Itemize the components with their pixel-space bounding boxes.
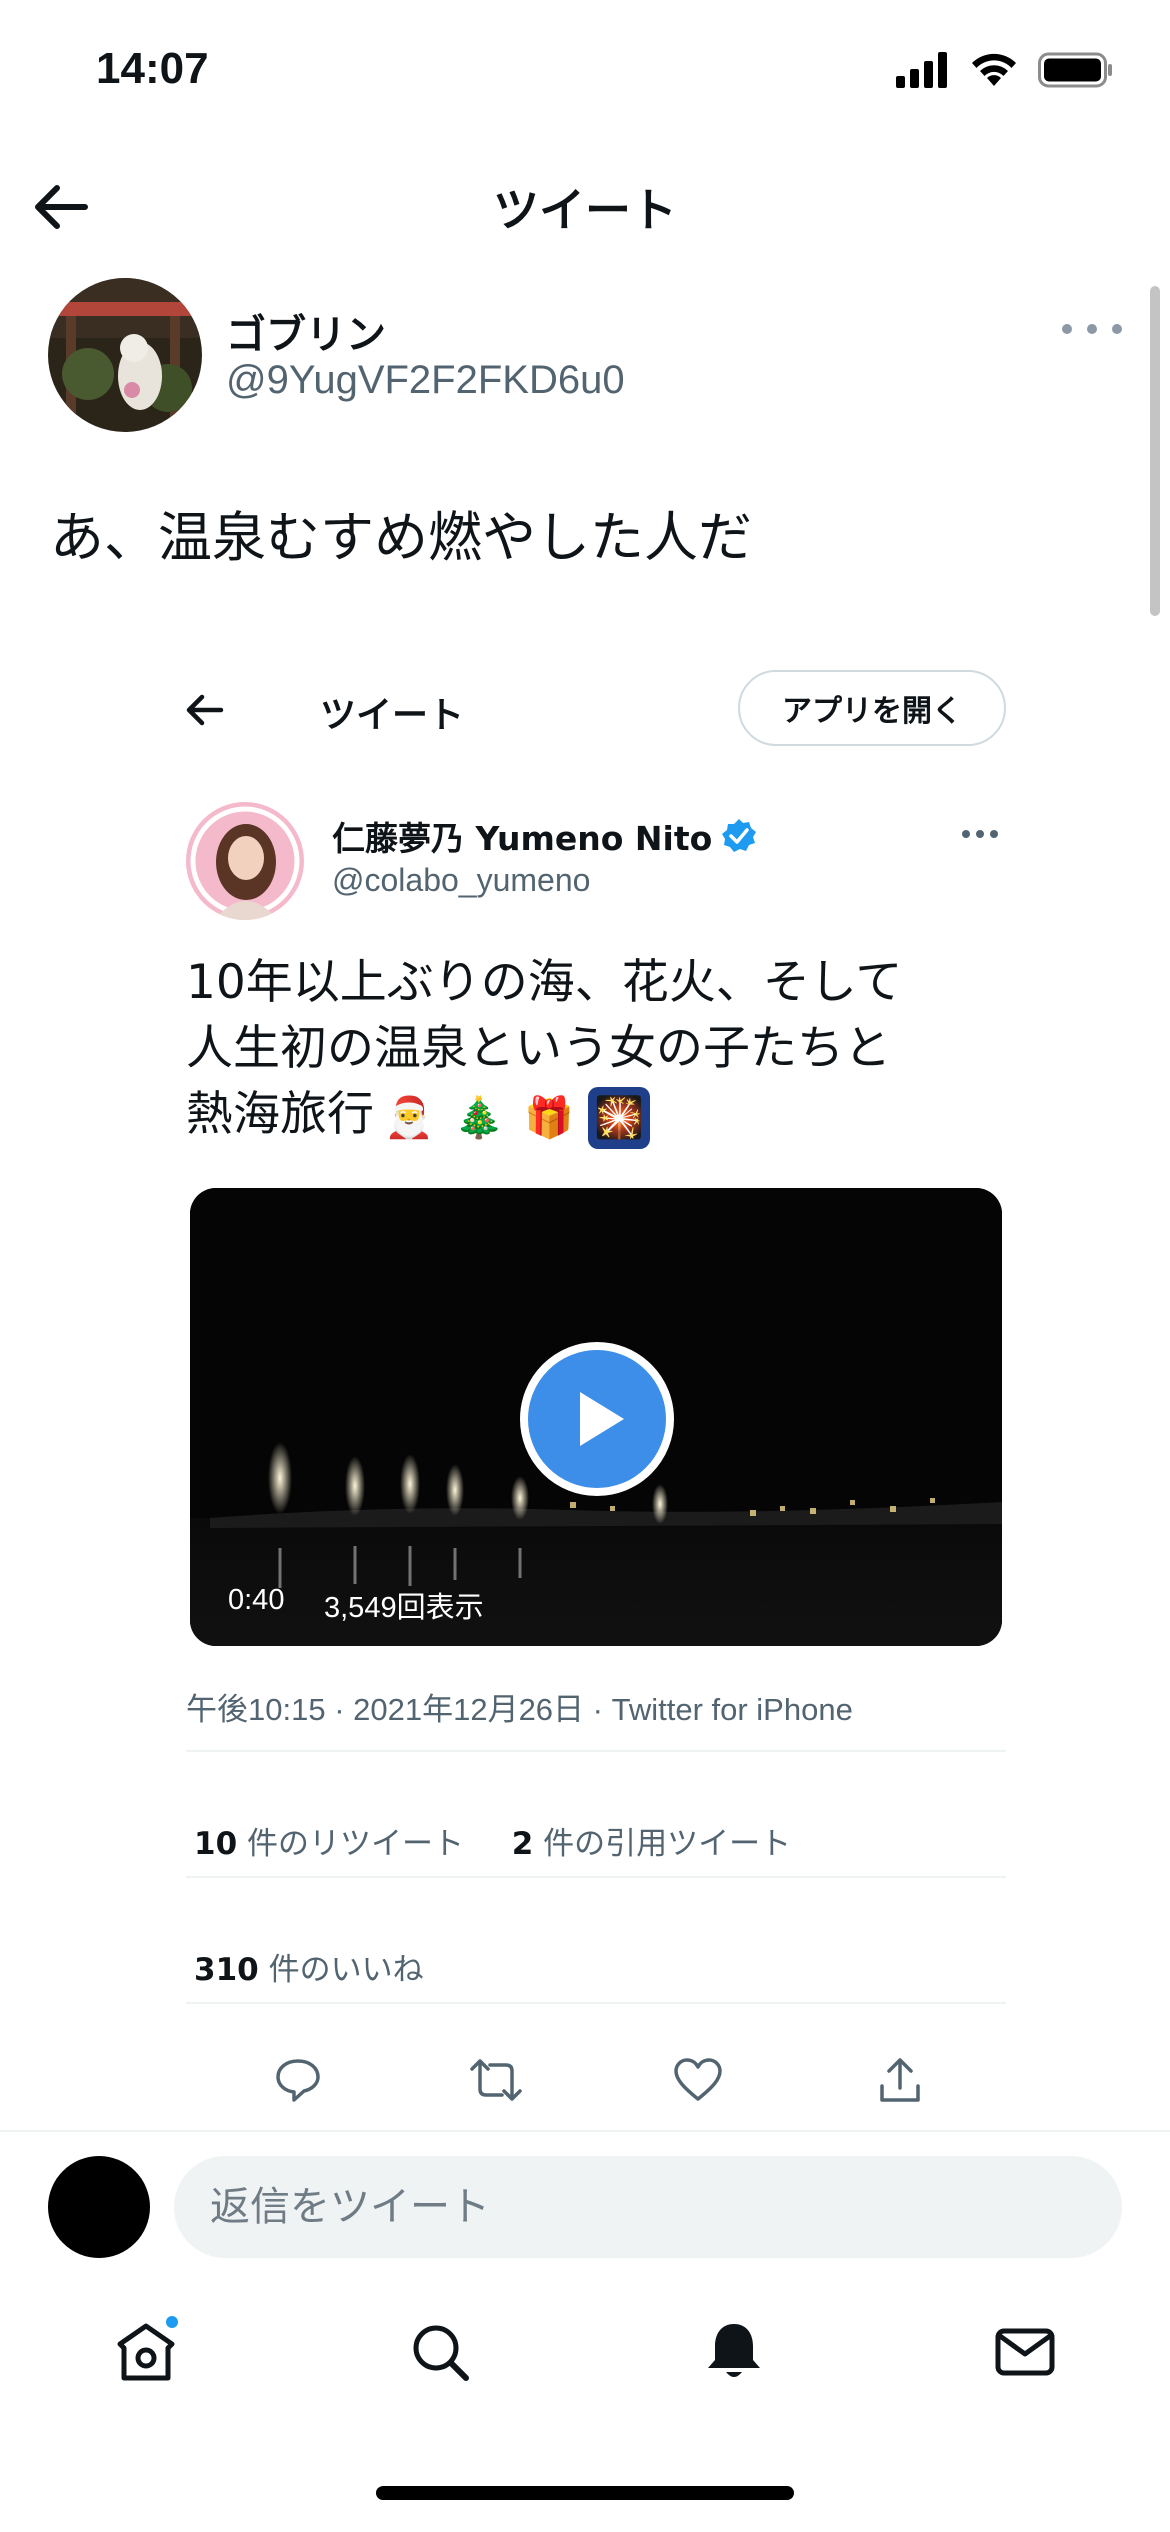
video-duration: 0:40 — [228, 1584, 285, 1616]
embedded-action-bar — [186, 2050, 1006, 2114]
reply-icon — [268, 2050, 328, 2110]
divider — [186, 1750, 1006, 1752]
tab-bar — [0, 2290, 1170, 2420]
search-icon — [413, 2325, 469, 2381]
embedded-tweet-image[interactable]: ツイート アプリを開く 仁藤夢乃 Yumeno Nito @colabo_yum… — [186, 650, 1006, 2130]
christmas-tree-emoji-icon: 🎄 — [454, 1094, 504, 1141]
retweets-count: 10 — [194, 1826, 238, 1862]
quotes-count: 2 — [511, 1826, 534, 1862]
quotes-label: 件の引用ツイート — [533, 1826, 792, 1862]
status-bar: 14:07 — [0, 0, 1170, 150]
share-icon — [870, 2050, 930, 2110]
embedded-author-name: 仁藤夢乃 Yumeno Nito — [332, 819, 713, 858]
divider — [186, 1876, 1006, 1878]
video-player: 0:40 3,549回表示 — [190, 1188, 1002, 1646]
embedded-more-icon — [962, 830, 998, 840]
author-handle[interactable]: @9YugVF2F2FKD6u0 — [226, 358, 625, 403]
bell-icon — [708, 2324, 760, 2377]
scrollbar-thumb[interactable] — [1150, 286, 1160, 616]
retweet-icon — [466, 2050, 526, 2110]
gift-emoji-icon: 🎁 — [524, 1094, 574, 1141]
author-name[interactable]: ゴブリン — [226, 302, 386, 360]
embedded-back-icon — [186, 688, 236, 732]
likes-count: 310 — [194, 1952, 259, 1988]
embedded-text-line: 熱海旅行 🎅 🎄 🎁 🎇 — [186, 1082, 1006, 1149]
nav-header: ツイート — [0, 150, 1170, 262]
battery-icon — [1038, 52, 1112, 88]
tab-home[interactable] — [106, 2312, 186, 2392]
divider — [186, 2002, 1006, 2004]
sparkler-emoji-icon: 🎇 — [588, 1086, 650, 1149]
likes-label: 件のいいね — [258, 1952, 424, 1988]
tab-notifications[interactable] — [694, 2312, 774, 2392]
play-button — [520, 1342, 674, 1496]
embedded-author-handle: @colabo_yumeno — [332, 862, 591, 898]
tab-search[interactable] — [400, 2312, 480, 2392]
more-options-icon[interactable] — [1062, 314, 1122, 344]
embedded-avatar — [186, 802, 304, 920]
avatar[interactable] — [48, 2156, 150, 2258]
status-icons — [896, 52, 1114, 88]
status-time: 14:07 — [96, 44, 209, 93]
page-title: ツイート — [493, 183, 677, 237]
cellular-signal-icon — [896, 52, 947, 88]
tweet-author: ゴブリン @9YugVF2F2FKD6u0 — [48, 278, 1122, 434]
embedded-timestamp: 午後10:15 · 2021年12月26日 · Twitter for iPho… — [186, 1692, 853, 1727]
santa-emoji-icon: 🎅 — [384, 1094, 434, 1141]
video-views: 3,549回表示 — [324, 1592, 484, 1624]
notification-dot — [164, 2314, 180, 2330]
open-app-button: アプリを開く — [738, 670, 1006, 746]
play-icon — [580, 1392, 624, 1446]
reply-bar — [0, 2130, 1170, 2270]
embedded-tweet-text: 10年以上ぶりの海、花火、そして 人生初の温泉という女の子たちと 熱海旅行 🎅 … — [186, 950, 1006, 1149]
tab-messages[interactable] — [985, 2312, 1065, 2392]
embedded-text-line: 人生初の温泉という女の子たちと — [186, 1021, 891, 1076]
retweets-label: 件のリツイート — [237, 1826, 464, 1862]
wifi-icon — [972, 53, 1016, 86]
avatar[interactable] — [48, 278, 202, 432]
like-icon — [668, 2050, 728, 2110]
embedded-author-name-line: 仁藤夢乃 Yumeno Nito — [332, 812, 758, 860]
tweet-text: あ、温泉むすめ燃やした人だ — [50, 506, 752, 569]
mail-icon — [995, 2328, 1055, 2376]
verified-badge-icon — [722, 819, 757, 852]
home-icon — [117, 2323, 175, 2381]
embedded-text-line: 10年以上ぶりの海、花火、そして — [186, 955, 903, 1010]
embedded-header-title: ツイート — [320, 695, 465, 736]
home-indicator[interactable] — [376, 2486, 794, 2500]
reply-input[interactable] — [174, 2156, 1122, 2258]
retweet-quote-stats: 10 件のリツイート 2 件の引用ツイート — [194, 1818, 791, 1863]
likes-stats: 310 件のいいね — [194, 1944, 424, 1989]
